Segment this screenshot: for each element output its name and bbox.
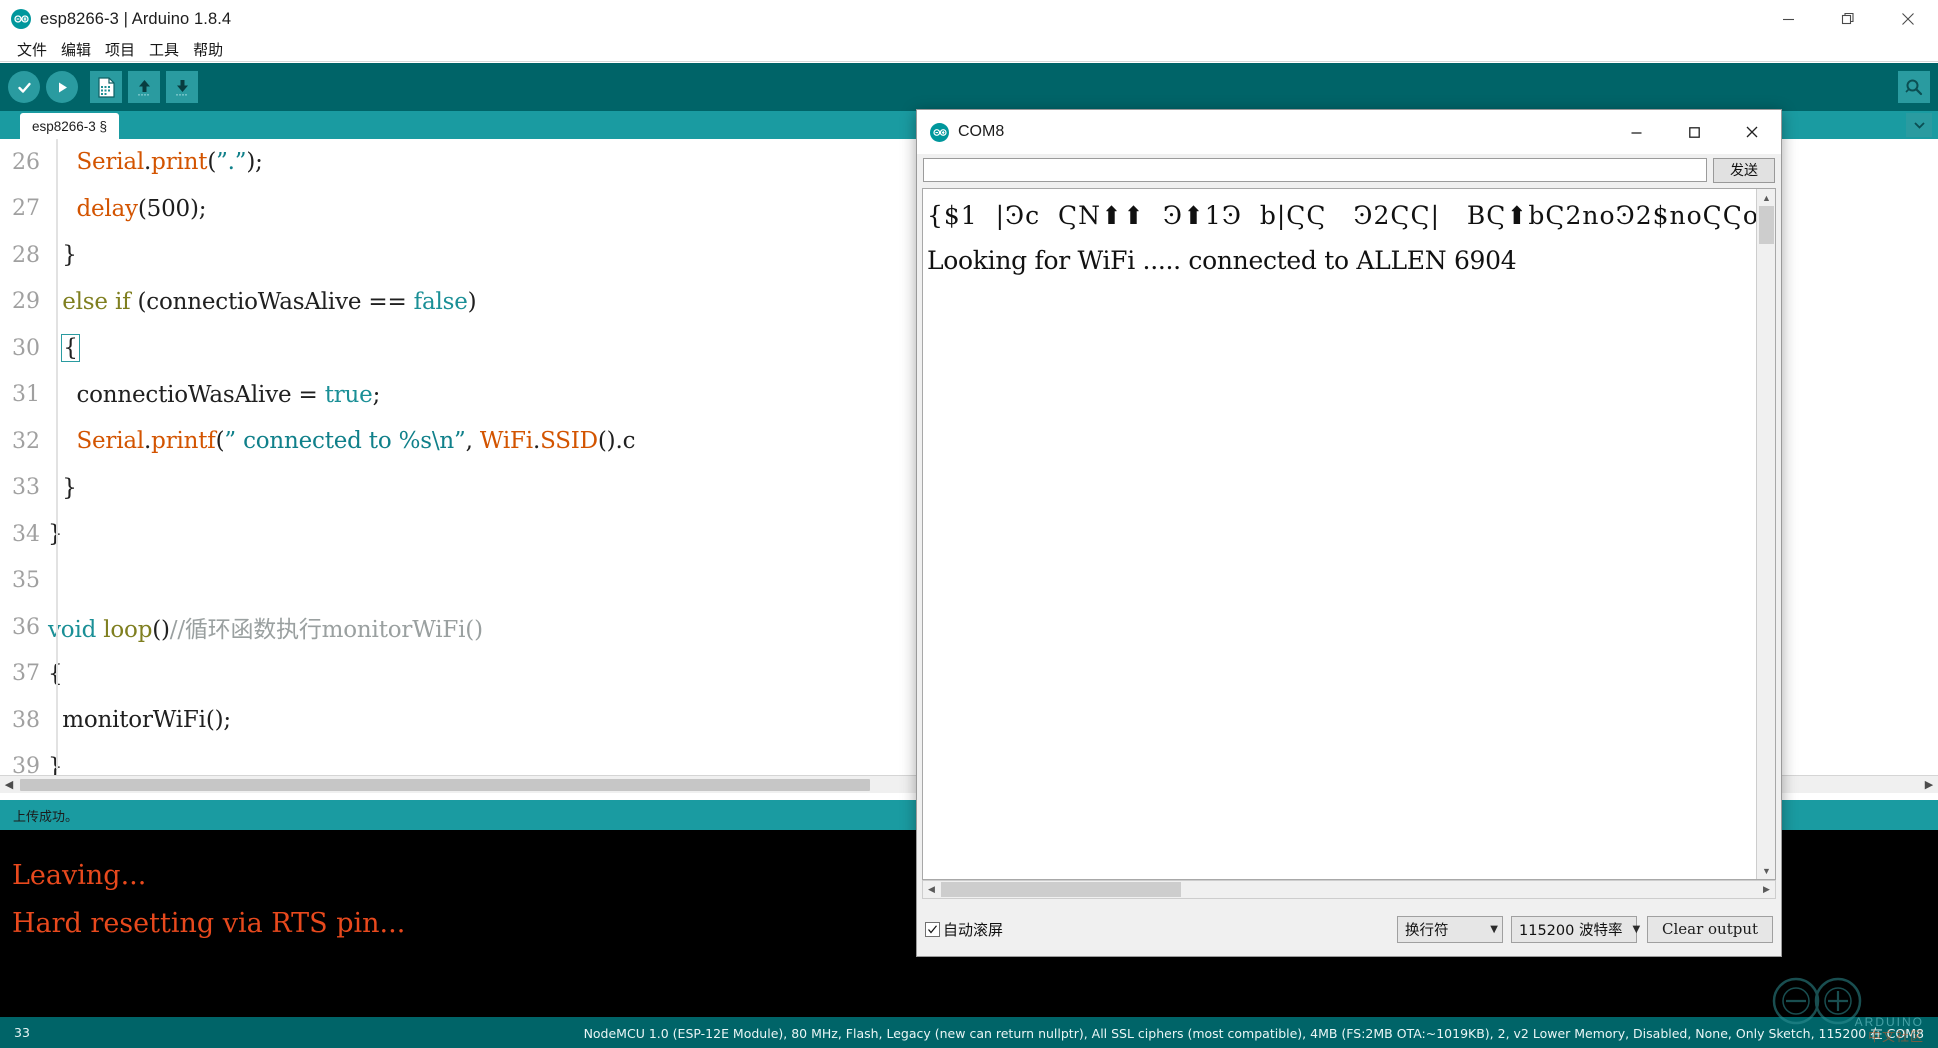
serial-output-line: {$1 |Ͽc ϚN⬆⬆ Ͽ⬆1Ͽ b|ϚϚ Ͽ2ϚϚ| BϚ⬆bϚ2noϿ2$… <box>927 201 1776 230</box>
scrollbar-thumb[interactable] <box>20 778 870 791</box>
chevron-down-icon: ▼ <box>1490 923 1498 935</box>
menu-item-sketch[interactable]: 项目 <box>98 40 142 60</box>
serial-send-input[interactable] <box>923 158 1707 182</box>
line-number: 29 <box>12 289 40 315</box>
serial-monitor-title-bar: COM8 <box>917 110 1781 154</box>
line-number: 33 <box>12 475 40 501</box>
chevron-left-icon[interactable]: ◀ <box>0 778 18 791</box>
line-number: 26 <box>12 149 40 175</box>
code-text: monitorWiFi(); <box>48 707 231 734</box>
serial-monitor-window-controls <box>1607 110 1781 154</box>
maximize-icon[interactable] <box>1818 0 1878 38</box>
serial-output-area[interactable]: {$1 |Ͽc ϚN⬆⬆ Ͽ⬆1Ͽ b|ϚϚ Ͽ2ϚϚ| BϚ⬆bϚ2noϿ2$… <box>922 188 1776 880</box>
baud-rate-select[interactable]: 115200 波特率 ▼ <box>1511 915 1641 943</box>
chevron-up-icon[interactable]: ▲ <box>1757 189 1775 206</box>
minimize-icon[interactable] <box>1758 0 1818 38</box>
line-number: 36 <box>12 614 40 640</box>
title-bar: esp8266-3 | Arduino 1.8.4 <box>0 0 1938 38</box>
serial-monitor-title: COM8 <box>958 123 1005 140</box>
code-text: { <box>61 334 80 363</box>
baud-rate-value: 115200 波特率 <box>1519 922 1623 939</box>
line-number: 38 <box>12 707 40 733</box>
serial-monitor-input-row: 发送 <box>917 154 1781 186</box>
serial-output-line: Looking for WiFi ..... connected to ALLE… <box>927 246 1517 275</box>
line-number: 30 <box>12 335 40 361</box>
cursor-line-number: 33 <box>14 1025 30 1040</box>
line-number: 28 <box>12 242 40 268</box>
new-file-icon[interactable] <box>90 71 122 103</box>
menu-item-file[interactable]: 文件 <box>10 40 54 60</box>
autoscroll-label: 自动滚屏 <box>943 920 1004 939</box>
chevron-down-icon[interactable]: ▼ <box>1757 862 1775 879</box>
arduino-infinity-icon <box>11 9 31 29</box>
menu-item-edit[interactable]: 编辑 <box>54 40 98 60</box>
code-text: void loop()//循环函数执行monitorWiFi() <box>48 617 483 644</box>
window-title: esp8266-3 | Arduino 1.8.4 <box>40 9 232 28</box>
chevron-right-icon[interactable]: ▶ <box>1920 778 1938 791</box>
menu-item-tools[interactable]: 工具 <box>142 40 186 60</box>
serial-output-horizontal-scrollbar[interactable]: ◀ ▶ <box>922 880 1776 899</box>
line-ending-value: 换行符 <box>1405 922 1449 939</box>
line-number: 37 <box>12 661 40 687</box>
scrollbar-thumb[interactable] <box>941 882 1181 897</box>
serial-output-text: {$1 |Ͽc ϚN⬆⬆ Ͽ⬆1Ͽ b|ϚϚ Ͽ2ϚϚ| BϚ⬆bϚ2noϿ2$… <box>927 193 1776 283</box>
gutter-divider <box>56 139 58 769</box>
serial-monitor-window: COM8 发送 {$1 |Ͽc ϚN⬆⬆ Ͽ⬆1Ͽ b|ϚϚ Ͽ2ϚϚ| BϚ⬆… <box>916 109 1782 957</box>
window-controls <box>1758 0 1938 38</box>
status-message: 上传成功。 <box>13 809 79 825</box>
toolbar <box>0 63 1938 111</box>
autoscroll-checkbox[interactable]: 自动滚屏 <box>925 919 1003 940</box>
arduino-infinity-icon <box>930 122 949 142</box>
code-text: } <box>48 474 77 501</box>
chevron-down-icon: ▼ <box>1632 923 1641 935</box>
board-configuration-text: NodeMCU 1.0 (ESP-12E Module), 80 MHz, Fl… <box>583 1026 1924 1041</box>
code-text: connectioWasAlive = true; <box>48 381 381 408</box>
minimize-icon[interactable] <box>1607 110 1665 154</box>
menu-bar: 文件 编辑 项目 工具 帮助 <box>0 38 1938 62</box>
line-ending-select[interactable]: 换行符 ▼ <box>1397 915 1503 943</box>
serial-monitor-footer: 自动滚屏 换行符 ▼ 115200 波特率 ▼ Clear output <box>917 902 1781 956</box>
serial-output-vertical-scrollbar[interactable]: ▲ ▼ <box>1756 189 1775 879</box>
close-icon[interactable] <box>1878 0 1938 38</box>
upload-arrow-icon[interactable] <box>46 71 78 103</box>
chevron-left-icon[interactable]: ◀ <box>923 884 940 895</box>
scrollbar-thumb[interactable] <box>1759 206 1774 244</box>
verify-checkmark-icon[interactable] <box>8 71 40 103</box>
code-text: else if (connectioWasAlive == false) <box>62 288 477 315</box>
bottom-status-bar: 33 NodeMCU 1.0 (ESP-12E Module), 80 MHz,… <box>0 1017 1938 1048</box>
line-number: 34 <box>12 521 40 547</box>
open-up-arrow-icon[interactable] <box>128 71 160 103</box>
line-number: 31 <box>12 382 40 408</box>
line-number: 27 <box>12 196 40 222</box>
send-button[interactable]: 发送 <box>1713 157 1775 183</box>
menu-item-help[interactable]: 帮助 <box>186 40 230 60</box>
clear-output-button[interactable]: Clear output <box>1647 915 1773 943</box>
serial-monitor-magnifier-icon[interactable] <box>1898 71 1930 103</box>
chevron-down-icon[interactable] <box>1906 113 1932 137</box>
chevron-right-icon[interactable]: ▶ <box>1758 884 1775 895</box>
code-text: delay(500); <box>76 195 207 222</box>
tab-label: esp8266-3 § <box>32 118 108 134</box>
code-text: Serial.print(”.”); <box>76 149 263 176</box>
code-text: Serial.printf(” connected to %s\n”, WiFi… <box>76 428 636 455</box>
checkbox-checked-icon <box>925 921 940 937</box>
tab-esp8266-3[interactable]: esp8266-3 § <box>20 113 120 139</box>
code-text: } <box>48 242 77 269</box>
line-number: 35 <box>12 568 40 594</box>
close-icon[interactable] <box>1723 110 1781 154</box>
save-down-arrow-icon[interactable] <box>166 71 198 103</box>
maximize-icon[interactable] <box>1665 110 1723 154</box>
line-number: 32 <box>12 428 40 454</box>
